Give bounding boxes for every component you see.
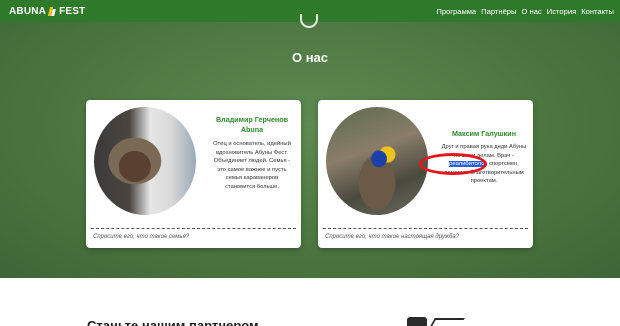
logo-mark-icon xyxy=(49,7,56,16)
person-name: Владимир Герченов Abuna xyxy=(215,115,289,134)
hero-section: ABUNA FEST Программа Партнёры О нас Исто… xyxy=(0,0,620,278)
partner-illustration-icon xyxy=(407,317,427,326)
nav-item-about[interactable]: О нас xyxy=(522,7,542,16)
partner-title: Станьте нашим партнером xyxy=(87,318,259,326)
annotation-oval xyxy=(419,153,487,175)
logo-text-left: ABUNA xyxy=(9,5,47,17)
nav-item-contacts[interactable]: Контакты xyxy=(581,7,614,16)
person-card-vladimir: Владимир Герченов Abuna Отец и основател… xyxy=(86,100,301,248)
question-link[interactable]: Спросите его, что такое семья? xyxy=(93,234,189,240)
partner-section: Станьте нашим партнером xyxy=(0,278,620,326)
logo[interactable]: ABUNA FEST xyxy=(9,6,85,17)
partner-illustration-icon xyxy=(429,318,465,326)
nav-item-partners[interactable]: Партнёры xyxy=(481,7,516,16)
section-title: О нас xyxy=(291,50,329,65)
person-card-maksim: Максим Галушкин Друг и правая рука деди … xyxy=(318,100,533,248)
main-nav: Программа Партнёры О нас История Контакт… xyxy=(436,7,614,16)
nav-item-program[interactable]: Программа xyxy=(436,7,476,16)
question-link[interactable]: Спросите его, что такое настоящая дружба… xyxy=(325,234,459,240)
person-description: Отец и основатель, идейный вдохновитель … xyxy=(213,141,291,190)
logo-text-right: FEST xyxy=(59,5,86,17)
person-photo xyxy=(94,107,196,215)
person-name: Максим Галушкин xyxy=(451,129,517,138)
nav-item-history[interactable]: История xyxy=(547,7,576,16)
person-photo xyxy=(326,107,428,215)
card-divider xyxy=(91,228,296,229)
decorative-arc-icon xyxy=(300,14,318,28)
card-divider xyxy=(323,228,528,229)
